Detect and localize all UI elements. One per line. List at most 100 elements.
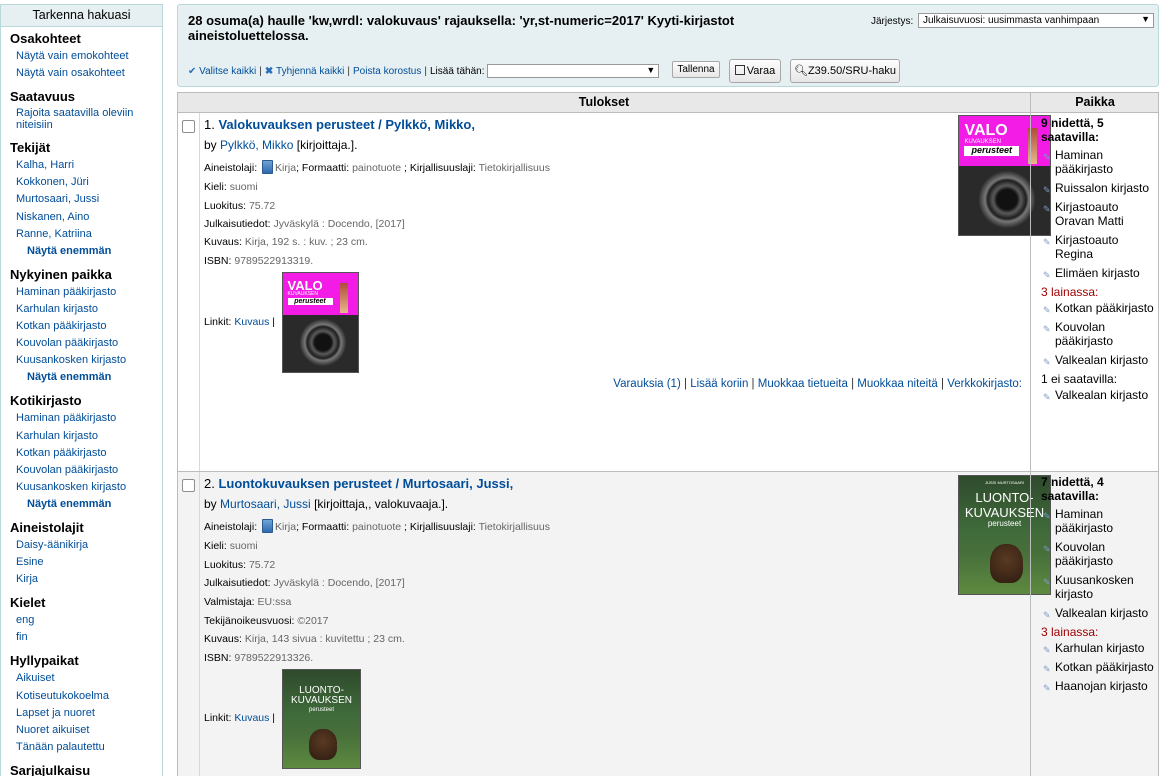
facet-link[interactable]: Daisy-äänikirja	[16, 538, 162, 552]
result-summary: 28 osuma(a) haulle 'kw,wrdl: valokuvaus'…	[188, 13, 735, 43]
library-name: Ruissalon kirjasto	[1055, 181, 1150, 195]
author-link[interactable]: Murtosaari, Jussi	[220, 497, 311, 511]
facet-link[interactable]: Kotkan pääkirjasto	[16, 446, 162, 460]
cover-thumbnail[interactable]: VALO KUVAUKSEN perusteet	[282, 272, 359, 373]
library-item: ✎ Haminan pääkirjasto	[1041, 148, 1158, 176]
facet-link[interactable]: Näytä vain osakohteet	[16, 66, 162, 80]
facet-link[interactable]: Haminan pääkirjasto	[16, 285, 162, 299]
facet-link[interactable]: Haminan pääkirjasto	[16, 411, 162, 425]
author-role: [kirjoittaja.].	[296, 138, 358, 152]
title-link[interactable]: Valokuvauksen perusteet / Pylkkö, Mikko,	[218, 117, 475, 132]
z3950-label: Z39.50/SRU-haku	[807, 65, 896, 77]
show-more-link[interactable]: Näytä enemmän	[16, 244, 162, 258]
author-link[interactable]: Pylkkö, Mikko	[220, 138, 293, 152]
field-value: ©2017	[297, 615, 329, 627]
cover-lens	[979, 170, 1036, 228]
facet-link[interactable]: Nuoret aikuiset	[16, 723, 162, 737]
facet-link[interactable]: Niskanen, Aino	[16, 210, 162, 224]
field-label: ISBN:	[204, 255, 232, 267]
facet-link[interactable]: Kotkan pääkirjasto	[16, 319, 162, 333]
format-value: painotuote	[352, 162, 402, 174]
save-button[interactable]: Tallenna	[672, 61, 720, 78]
cover-text: KUVAUKSEN	[964, 138, 1002, 145]
opac-link[interactable]: Verkkokirjasto:	[947, 378, 1022, 390]
column-divider	[199, 472, 200, 776]
column-header-place: Paikka	[1031, 93, 1158, 113]
holds-link[interactable]: Varauksia (1)	[613, 378, 681, 390]
record-title: 1. Valokuvauksen perusteet / Pylkkö, Mik…	[204, 117, 475, 132]
facet-link[interactable]: Aikuiset	[16, 671, 162, 685]
facet-link[interactable]: Lapset ja nuoret	[16, 706, 162, 720]
field-label: Kuvaus:	[204, 633, 242, 645]
field-value: Kirja, 192 s. : kuv. ; 23 cm.	[244, 236, 368, 248]
edit-record-link[interactable]: Muokkaa tietueita	[758, 378, 848, 390]
facet-link[interactable]: Karhulan kirjasto	[16, 302, 162, 316]
column-header-results: Tulokset	[178, 93, 1031, 113]
availability: 9 nidettä, 5 saatavilla: ✎ Haminan pääkir…	[1041, 116, 1158, 402]
add-to-select[interactable]: ▼	[487, 64, 660, 78]
pin-icon: ✎	[1043, 577, 1051, 587]
facet-link[interactable]: Kotiseutukokoelma	[16, 689, 162, 703]
pin-icon: ✎	[1043, 610, 1051, 620]
material-value: Kirja	[275, 162, 297, 174]
facet-link[interactable]: Kuusankosken kirjasto	[16, 353, 162, 367]
hold-button[interactable]: Varaa	[729, 59, 781, 83]
description-link[interactable]: Kuvaus	[234, 712, 269, 724]
clear-all-link[interactable]: Tyhjennä kaikki	[276, 66, 344, 77]
result-row: 1. Valokuvauksen perusteet / Pylkkö, Mik…	[178, 113, 1158, 471]
by-label: by	[204, 138, 217, 152]
sort-select[interactable]: Julkaisuvuosi: uusimmasta vanhimpaan ▼	[918, 13, 1154, 28]
facet-link[interactable]: Rajoita saatavilla oleviin niteisiin	[16, 107, 144, 131]
library-item: ✎ Haminan pääkirjasto	[1041, 507, 1158, 535]
facet-title: Saatavuus	[10, 89, 76, 105]
library-item: ✎ Kouvolan pääkirjasto	[1041, 320, 1158, 348]
facet-link[interactable]: Kokkonen, Jüri	[16, 175, 162, 189]
facet-link[interactable]: Kuusankosken kirjasto	[16, 480, 162, 494]
cover-thumbnail[interactable]: LUONTO- KUVAUKSEN perusteet	[282, 669, 361, 769]
facet-title: Sarjajulkaisu	[10, 762, 91, 776]
library-name: Kouvolan pääkirjasto	[1055, 320, 1114, 348]
facet-link[interactable]: Esine	[16, 555, 162, 569]
show-more-link[interactable]: Näytä enemmän	[16, 497, 162, 511]
facets-heading: Tarkenna hakuasi	[1, 5, 162, 27]
on-loan-count: 3 lainassa:	[1041, 285, 1099, 299]
facet-link[interactable]: Tänään palautettu	[16, 740, 162, 754]
facet-link[interactable]: Kirja	[16, 572, 162, 586]
facet-link[interactable]: fin	[16, 630, 162, 644]
select-checkbox[interactable]	[182, 479, 195, 492]
field-value: 9789522913326.	[234, 652, 314, 664]
cover-text: LUONTO-	[299, 684, 344, 696]
select-checkbox[interactable]	[182, 120, 195, 133]
links-row: Linkit: Kuvaus |	[204, 712, 276, 724]
cover-image[interactable]: VALO KUVAUKSEN perusteet	[958, 115, 1051, 236]
select-all-link[interactable]: Valitse kaikki	[199, 66, 256, 77]
field-value: 75.72	[248, 200, 276, 212]
facet-link[interactable]: Murtosaari, Jussi	[16, 192, 162, 206]
add-to-cart-link[interactable]: Lisää koriin	[690, 378, 748, 390]
result-row: 2. Luontokuvauksen perusteet / Murtosaar…	[178, 472, 1158, 776]
title-link[interactable]: Luontokuvauksen perusteet / Murtosaari, …	[218, 476, 513, 491]
library-name: Kotkan pääkirjasto	[1055, 660, 1154, 674]
available-count: 9 nidettä, 5 saatavilla:	[1041, 116, 1104, 144]
library-name: Kirjastoauto Oravan Matti	[1055, 200, 1124, 228]
book-icon	[262, 160, 274, 174]
field-value: suomi	[229, 181, 258, 193]
facet-link[interactable]: Kouvolan pääkirjasto	[16, 336, 162, 350]
description-link[interactable]: Kuvaus	[234, 316, 269, 328]
facet-link[interactable]: Ranne, Katriina	[16, 227, 162, 241]
facet-group-kielet: Kielet eng fin	[1, 591, 162, 649]
field-label: ISBN:	[204, 652, 232, 664]
z3950-button[interactable]: 🔍︎Z39.50/SRU-haku	[790, 59, 900, 83]
facet-link[interactable]: Näytä vain emokohteet	[16, 49, 162, 63]
show-more-link[interactable]: Näytä enemmän	[16, 370, 162, 384]
edit-items-link[interactable]: Muokkaa niteitä	[857, 378, 938, 390]
facet-link[interactable]: Kouvolan pääkirjasto	[16, 463, 162, 477]
facet-link[interactable]: eng	[16, 613, 162, 627]
genre-value: Tietokirjallisuus	[478, 521, 550, 533]
cover-image[interactable]: JUSSI MURTOSAARI LUONTO- KUVAUKSEN perus…	[958, 475, 1051, 595]
facet-link[interactable]: Karhulan kirjasto	[16, 429, 162, 443]
facet-link[interactable]: Kalha, Harri	[16, 158, 162, 172]
facet-title: Hyllypaikat	[10, 653, 79, 669]
checkbox-icon	[734, 65, 745, 75]
remove-highlight-link[interactable]: Poista korostus	[353, 66, 421, 77]
